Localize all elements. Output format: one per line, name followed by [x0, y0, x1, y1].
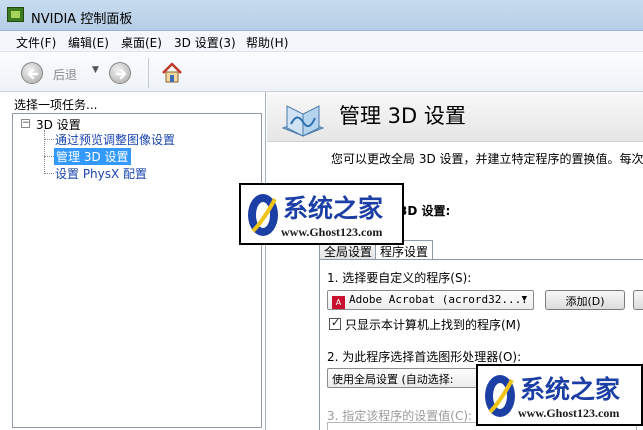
title-bar: NVIDIA 控制面板	[0, 0, 643, 31]
menu-desktop[interactable]: 桌面(E)	[121, 34, 162, 51]
3d-settings-icon	[281, 105, 325, 137]
back-arrow-icon	[27, 68, 39, 80]
menu-edit[interactable]: 编辑(E)	[68, 34, 109, 51]
watermark: 系统之家 www.Ghost123.com	[239, 183, 404, 245]
menu-file[interactable]: 文件(F)	[16, 34, 56, 51]
history-dropdown-icon[interactable]: ▼	[92, 65, 99, 75]
section-title: 3D 设置:	[399, 204, 451, 218]
show-local-programs-checkbox[interactable]	[329, 316, 341, 330]
task-pane-header: 选择一项任务...	[14, 98, 98, 112]
toolbar-separator	[148, 58, 149, 88]
watermark-title: 系统之家	[283, 194, 384, 223]
tree-item-manage-3d[interactable]: 管理 3D 设置	[54, 148, 131, 165]
tree-connector	[44, 130, 45, 174]
page-title: 管理 3D 设置	[339, 104, 466, 128]
tree-connector	[44, 173, 54, 174]
tree-collapse-icon[interactable]: −	[21, 119, 30, 128]
menu-help[interactable]: 帮助(H)	[246, 34, 288, 51]
tree-connector	[44, 139, 54, 140]
watermark-logo-icon	[248, 194, 278, 236]
show-local-programs-label: 只显示本计算机上找到的程序(M)	[345, 318, 521, 332]
watermark-url: www.Ghost123.com	[281, 225, 383, 239]
tree-connector	[44, 156, 54, 157]
step1-label: 1. 选择要自定义的程序(S):	[327, 271, 472, 285]
window-title: NVIDIA 控制面板	[31, 12, 133, 27]
forward-arrow-icon	[115, 68, 127, 80]
program-select[interactable]: A Adobe Acrobat (acrord32.... ▼	[327, 290, 534, 310]
page-description: 您可以更改全局 3D 设置，并建立特定程序的置换值。每次	[331, 152, 643, 166]
program-select-value: Adobe Acrobat (acrord32....	[349, 293, 528, 306]
gpu-select-value: 使用全局设置 (自动选择:	[332, 373, 454, 386]
page-banner: 管理 3D 设置	[267, 92, 643, 142]
add-program-button[interactable]: 添加(D)	[545, 290, 625, 310]
toolbar: 后退 ▼	[0, 52, 643, 92]
back-label[interactable]: 后退	[53, 66, 77, 83]
remove-program-button[interactable]	[633, 290, 643, 310]
back-button[interactable]	[21, 62, 43, 84]
step2-label: 2. 为此程序选择首选图形处理器(O):	[327, 350, 522, 364]
menu-bar: 文件(F) 编辑(E) 桌面(E) 3D 设置(3) 帮助(H)	[0, 31, 643, 52]
menu-3d-settings[interactable]: 3D 设置(3)	[174, 34, 236, 51]
tree-item-physx[interactable]: 设置 PhysX 配置	[55, 165, 147, 182]
watermark-logo-icon	[485, 375, 515, 417]
task-tree	[12, 113, 262, 428]
watermark: 系统之家 www.Ghost123.com	[476, 364, 643, 426]
pdf-icon: A	[332, 296, 345, 309]
home-icon[interactable]	[160, 61, 184, 85]
watermark-title: 系统之家	[520, 375, 621, 404]
tree-item-adjust-preview[interactable]: 通过预览调整图像设置	[55, 131, 175, 148]
watermark-url: www.Ghost123.com	[518, 406, 620, 420]
chevron-down-icon: ▼	[521, 294, 527, 304]
nvidia-app-icon	[7, 7, 24, 22]
forward-button[interactable]	[109, 62, 131, 84]
